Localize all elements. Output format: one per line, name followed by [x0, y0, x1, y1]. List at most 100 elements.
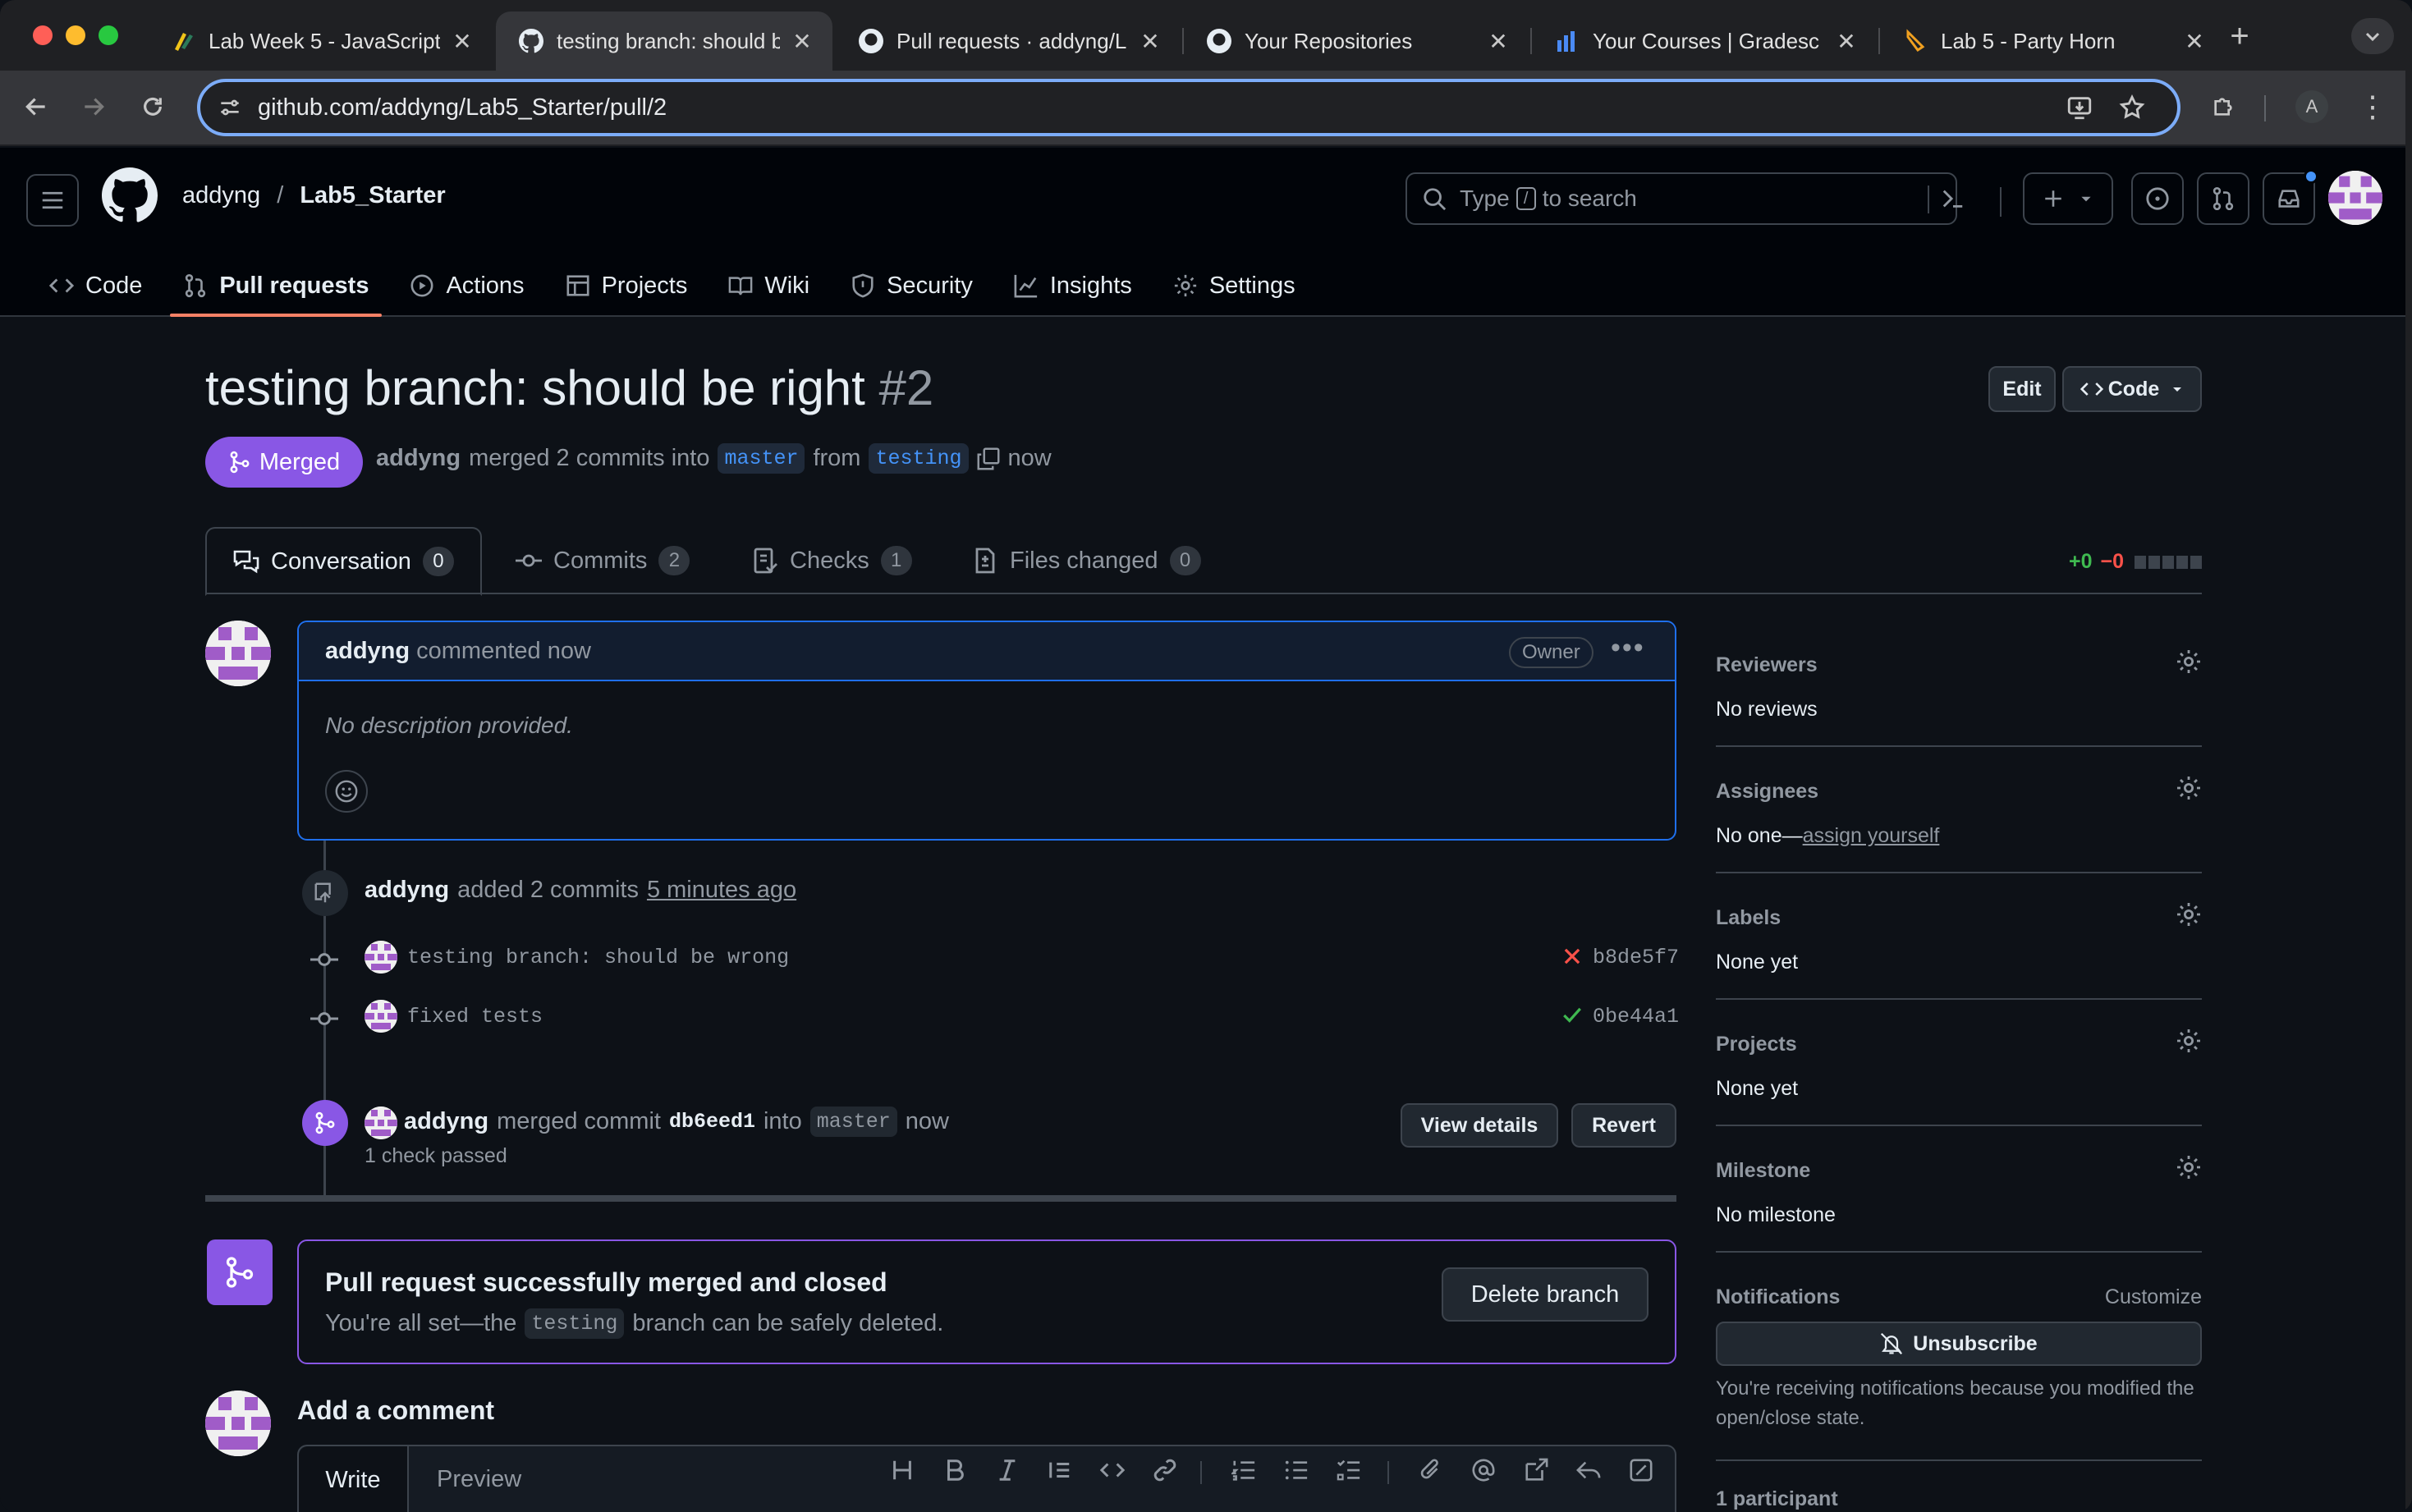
- unordered-list-icon[interactable]: [1284, 1458, 1309, 1482]
- nav-pull-requests[interactable]: Pull requests: [170, 254, 383, 317]
- page-title: testing branch: should be right #2: [205, 360, 934, 415]
- repo-owner-link[interactable]: addyng: [182, 182, 260, 208]
- base-branch[interactable]: master: [809, 1107, 897, 1137]
- edit-button[interactable]: Edit: [1988, 366, 2056, 412]
- assign-yourself-link[interactable]: assign yourself: [1803, 824, 1940, 847]
- github-icon: [519, 29, 543, 53]
- commit-message-link[interactable]: testing branch: should be wrong: [407, 946, 789, 969]
- code-icon[interactable]: [1100, 1458, 1125, 1482]
- customize-link[interactable]: Customize: [2105, 1285, 2202, 1309]
- nav-wiki[interactable]: Wiki: [715, 254, 823, 317]
- merge-commit-link[interactable]: db6eed1: [669, 1110, 755, 1134]
- browser-tab[interactable]: Your Repositories ✕: [1184, 11, 1529, 71]
- commit-sha-link[interactable]: b8de5f7: [1593, 946, 1679, 969]
- reload-button[interactable]: [130, 84, 176, 130]
- back-button[interactable]: [13, 84, 59, 130]
- browser-menu-button[interactable]: ⋮: [2350, 84, 2396, 130]
- nav-projects[interactable]: Projects: [553, 254, 701, 317]
- forward-button[interactable]: [71, 84, 117, 130]
- quote-icon[interactable]: [1048, 1458, 1072, 1482]
- italic-icon[interactable]: [995, 1458, 1020, 1482]
- nav-code[interactable]: Code: [36, 254, 155, 317]
- tasklist-icon[interactable]: [1337, 1458, 1361, 1482]
- delete-branch-button[interactable]: Delete branch: [1442, 1267, 1649, 1322]
- base-branch[interactable]: master: [718, 443, 805, 474]
- browser-tab-active[interactable]: testing branch: should b ✕: [496, 11, 832, 71]
- view-details-button[interactable]: View details: [1401, 1103, 1558, 1148]
- nav-security[interactable]: Security: [837, 254, 986, 317]
- commit-author-avatar[interactable]: [365, 1000, 397, 1033]
- link-icon[interactable]: [1153, 1458, 1177, 1482]
- gear-icon[interactable]: [2176, 775, 2202, 801]
- current-user-avatar[interactable]: [205, 1391, 271, 1456]
- head-branch[interactable]: testing: [525, 1308, 625, 1339]
- event-time-link[interactable]: 5 minutes ago: [647, 877, 796, 904]
- event-author-link[interactable]: addyng: [365, 877, 449, 904]
- zoom-window-button[interactable]: [99, 25, 118, 45]
- file-diff-icon: [975, 548, 995, 574]
- mention-icon[interactable]: [1471, 1458, 1496, 1482]
- tab-files-changed[interactable]: Files changed 0: [972, 527, 1201, 594]
- sidebar-labels: Labels None yet: [1716, 873, 2202, 1000]
- merger-avatar[interactable]: [365, 1107, 397, 1139]
- browser-tab[interactable]: Your Courses | Gradesc ✕: [1532, 11, 1877, 71]
- close-tab-icon[interactable]: ✕: [1486, 28, 1511, 55]
- revert-button[interactable]: Revert: [1571, 1103, 1676, 1148]
- profile-avatar[interactable]: A: [2295, 90, 2328, 123]
- nav-actions[interactable]: Actions: [397, 254, 537, 317]
- add-reaction-button[interactable]: [325, 770, 368, 813]
- tab-conversation[interactable]: Conversation 0: [205, 527, 482, 596]
- comment-options-icon[interactable]: •••: [1611, 632, 1645, 664]
- tab-commits[interactable]: Commits 2: [516, 527, 690, 594]
- commit-author-avatar[interactable]: [365, 941, 397, 974]
- nav-settings[interactable]: Settings: [1160, 254, 1309, 317]
- comment-author-link[interactable]: addyng: [325, 638, 410, 665]
- commit-sha-link[interactable]: 0be44a1: [1593, 1005, 1679, 1029]
- ordered-list-icon[interactable]: [1231, 1458, 1256, 1482]
- bold-icon[interactable]: [942, 1458, 967, 1482]
- gear-icon[interactable]: [2176, 1154, 2202, 1180]
- gear-icon[interactable]: [2176, 901, 2202, 928]
- code-dropdown-button[interactable]: Code: [2062, 366, 2202, 412]
- unsubscribe-button[interactable]: Unsubscribe: [1716, 1322, 2202, 1366]
- close-tab-icon[interactable]: ✕: [450, 28, 475, 55]
- author-link[interactable]: addyng: [376, 445, 461, 472]
- cross-reference-icon[interactable]: [1524, 1458, 1548, 1482]
- close-tab-icon[interactable]: ✕: [2182, 28, 2207, 55]
- close-tab-icon[interactable]: ✕: [790, 28, 814, 55]
- commit-message-link[interactable]: fixed tests: [407, 1005, 543, 1029]
- browser-tab[interactable]: Lab 5 - Party Horn ✕: [1880, 11, 2225, 71]
- user-avatar[interactable]: [2328, 171, 2382, 225]
- browser-window: Lab Week 5 - JavaScript ✕ testing branch…: [0, 0, 2412, 1512]
- close-tab-icon[interactable]: ✕: [1138, 28, 1162, 55]
- head-branch[interactable]: testing: [869, 443, 969, 474]
- slash-command-icon[interactable]: [1629, 1458, 1653, 1482]
- tab-preview[interactable]: Preview: [437, 1466, 521, 1493]
- paperclip-icon[interactable]: [1419, 1458, 1443, 1482]
- gear-icon[interactable]: [2176, 648, 2202, 675]
- search-input[interactable]: Type / to search: [1405, 172, 1963, 225]
- new-tab-button[interactable]: +: [2223, 20, 2256, 53]
- minimize-window-button[interactable]: [66, 25, 85, 45]
- event-author-link[interactable]: addyng: [404, 1108, 488, 1135]
- reply-icon[interactable]: [1576, 1458, 1601, 1482]
- commenter-avatar[interactable]: [205, 621, 271, 686]
- address-bar[interactable]: github.com/addyng/Lab5_Starter/pull/2: [197, 79, 2180, 136]
- nav-insights[interactable]: Insights: [1001, 254, 1145, 317]
- pull-requests-button[interactable]: [2197, 172, 2249, 225]
- close-window-button[interactable]: [33, 25, 53, 45]
- extensions-button[interactable]: [2200, 84, 2246, 130]
- tab-search-button[interactable]: [2351, 18, 2394, 54]
- repo-name-link[interactable]: Lab5_Starter: [300, 182, 445, 208]
- tab-checks[interactable]: Checks 1: [752, 527, 912, 594]
- global-menu-button[interactable]: [26, 174, 79, 227]
- gear-icon[interactable]: [2176, 1028, 2202, 1054]
- issues-button[interactable]: [2131, 172, 2184, 225]
- browser-tab[interactable]: Pull requests · addyng/L ✕: [836, 11, 1181, 71]
- browser-tab[interactable]: Lab Week 5 - JavaScript ✕: [148, 11, 493, 71]
- create-new-button[interactable]: [2023, 172, 2113, 225]
- heading-icon[interactable]: [890, 1458, 915, 1482]
- close-tab-icon[interactable]: ✕: [1834, 28, 1859, 55]
- tab-write[interactable]: Write: [299, 1446, 409, 1512]
- github-logo-icon[interactable]: [102, 167, 158, 223]
